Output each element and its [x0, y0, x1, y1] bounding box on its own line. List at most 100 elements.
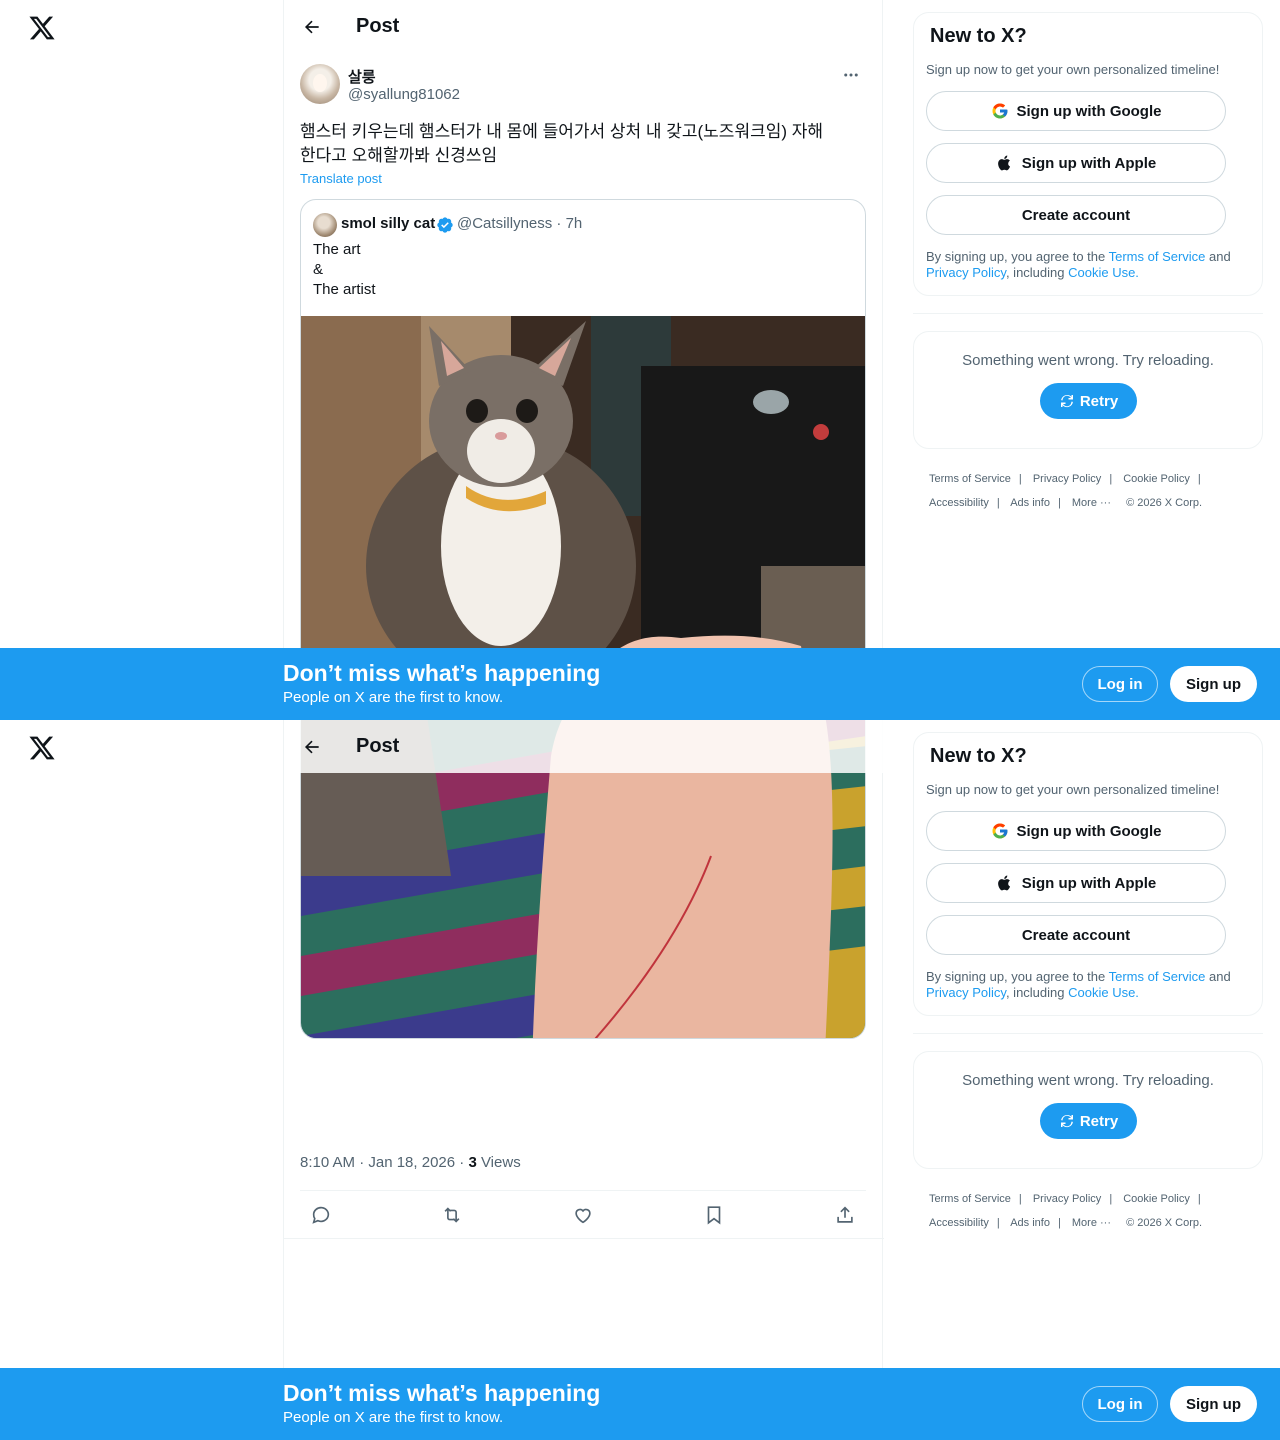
actions-divider — [300, 1190, 866, 1191]
sidebar: New to X? Sign up now to get your own pe… — [913, 732, 1263, 1235]
terms-link[interactable]: Terms of Service — [1109, 249, 1206, 264]
signup-card: New to X? Sign up now to get your own pe… — [913, 732, 1263, 1016]
login-button[interactable]: Log in — [1082, 1386, 1158, 1422]
timestamp-text[interactable]: 8:10 AM · Jan 18, 2026 · — [300, 1154, 468, 1171]
main-column: Post 살룽 @syallung81062 햄스터 키우는데 햄스터가 내 몸… — [283, 0, 883, 720]
apple-signup-button[interactable]: Sign up with Apple — [926, 143, 1226, 183]
author-display-name[interactable]: 살룽 — [348, 66, 376, 87]
post-text: 햄스터 키우는데 햄스터가 내 몸에 들어가서 상처 내 갖고(노즈워크임) 자… — [300, 120, 868, 168]
page-title: Post — [356, 735, 400, 757]
bookmark-icon[interactable] — [697, 1198, 731, 1232]
x-logo-icon[interactable] — [28, 14, 56, 42]
apple-signup-button[interactable]: Sign up with Apple — [926, 863, 1226, 903]
footer-more[interactable]: More ··· — [1072, 1217, 1111, 1229]
google-signup-label: Sign up with Google — [1016, 822, 1162, 840]
signup-button[interactable]: Sign up — [1170, 666, 1257, 702]
create-account-button[interactable]: Create account — [926, 915, 1226, 955]
signup-title: New to X? — [930, 25, 1027, 47]
x-logo-icon[interactable] — [28, 734, 56, 762]
create-account-button[interactable]: Create account — [926, 195, 1226, 235]
quoted-post[interactable]: smol silly cat @Catsillyness · 7h The ar… — [300, 199, 866, 720]
signup-button[interactable]: Sign up — [1170, 1386, 1257, 1422]
footer-cookie[interactable]: Cookie Policy — [1123, 1193, 1190, 1205]
google-signup-button[interactable]: Sign up with Google — [926, 91, 1226, 131]
quoted-text: The art & The artist — [313, 240, 376, 300]
main-column: 8:10 AM · Jan 18, 2026 · 3 Views Post — [283, 720, 884, 1440]
footer-ads[interactable]: Ads info — [1010, 497, 1050, 509]
banner-title: Don’t miss what’s happening — [283, 1380, 601, 1406]
footer-accessibility[interactable]: Accessibility — [929, 1217, 989, 1229]
google-icon — [991, 102, 1009, 120]
apple-icon — [996, 874, 1014, 892]
post-timestamp: 8:10 AM · Jan 18, 2026 · 3 Views — [300, 1154, 521, 1171]
banner-subtitle: People on X are the first to know. — [283, 1409, 504, 1426]
error-message: Something went wrong. Try reloading. — [962, 352, 1214, 369]
terms-link[interactable]: Terms of Service — [1109, 969, 1206, 984]
retry-label: Retry — [1079, 1112, 1119, 1130]
footer-more[interactable]: More ··· — [1072, 497, 1111, 509]
legal-text: By signing up, you agree to the Terms of… — [926, 969, 1246, 1001]
signup-subtitle: Sign up now to get your own personalized… — [926, 62, 1220, 77]
cookie-link[interactable]: Cookie Use. — [1068, 265, 1139, 280]
back-arrow-icon[interactable] — [294, 729, 330, 765]
signup-card: New to X? Sign up now to get your own pe… — [913, 12, 1263, 296]
create-account-label: Create account — [1021, 206, 1131, 224]
footer-privacy[interactable]: Privacy Policy — [1033, 473, 1101, 485]
translate-post-link[interactable]: Translate post — [300, 171, 382, 186]
apple-signup-label: Sign up with Apple — [1021, 874, 1157, 892]
author-handle[interactable]: @syallung81062 — [348, 86, 460, 103]
retry-button[interactable]: Retry — [1039, 1103, 1137, 1139]
more-options-icon[interactable] — [834, 64, 868, 86]
error-message: Something went wrong. Try reloading. — [962, 1072, 1214, 1089]
post-text-line: 한다고 오해할까봐 신경쓰임 — [300, 146, 498, 165]
google-icon — [991, 822, 1009, 840]
share-icon[interactable] — [828, 1198, 862, 1232]
footer-terms[interactable]: Terms of Service — [929, 473, 1011, 485]
quoted-text-line: The art — [313, 241, 361, 258]
banner-subtitle: People on X are the first to know. — [283, 689, 504, 706]
verified-badge-icon — [436, 216, 454, 234]
footer-terms[interactable]: Terms of Service — [929, 1193, 1011, 1205]
footer-cookie[interactable]: Cookie Policy — [1123, 473, 1190, 485]
back-arrow-icon[interactable] — [294, 9, 330, 45]
signup-banner: Don’t miss what’s happening People on X … — [0, 648, 1280, 720]
legal-including: , including — [1005, 985, 1069, 1000]
footer-accessibility[interactable]: Accessibility — [929, 497, 989, 509]
legal-prefix: By signing up, you agree to the — [926, 249, 1109, 264]
footer-copyright: © 2026 X Corp. — [1126, 1217, 1203, 1229]
avatar[interactable] — [300, 64, 340, 104]
reply-icon[interactable] — [304, 1198, 338, 1232]
quoted-display-name: smol silly cat — [341, 215, 436, 232]
cookie-link[interactable]: Cookie Use. — [1068, 985, 1139, 1000]
privacy-link[interactable]: Privacy Policy — [926, 265, 1006, 280]
retry-label: Retry — [1079, 392, 1119, 410]
legal-and: and — [1205, 969, 1231, 984]
post-actions — [300, 1192, 866, 1238]
like-icon[interactable] — [566, 1198, 600, 1232]
viewport-scrolled: 8:10 AM · Jan 18, 2026 · 3 Views Post Ne… — [0, 720, 1280, 1440]
legal-text: By signing up, you agree to the Terms of… — [926, 249, 1246, 281]
views-count: 3 — [468, 1154, 477, 1171]
trends-error-card: Something went wrong. Try reloading. Ret… — [913, 331, 1263, 449]
footer-ads[interactable]: Ads info — [1010, 1217, 1050, 1229]
post-header-sticky: Post — [284, 720, 884, 773]
retry-button[interactable]: Retry — [1039, 383, 1137, 419]
refresh-icon — [1060, 394, 1073, 408]
login-button[interactable]: Log in — [1082, 666, 1158, 702]
privacy-link[interactable]: Privacy Policy — [926, 985, 1006, 1000]
quoted-avatar — [313, 213, 337, 237]
footer-privacy[interactable]: Privacy Policy — [1033, 1193, 1101, 1205]
footer-links: Terms of Service | Privacy Policy | Cookie… — [929, 1193, 1203, 1229]
banner-title: Don’t miss what’s happening — [283, 660, 601, 686]
post-header: Post — [284, 0, 884, 53]
post-author: 살룽 @syallung81062 — [300, 64, 868, 108]
repost-icon[interactable] — [435, 1198, 469, 1232]
footer-copyright: © 2026 X Corp. — [1126, 497, 1203, 509]
quoted-text-line: The artist — [313, 281, 376, 298]
apple-signup-label: Sign up with Apple — [1021, 154, 1157, 172]
signup-banner: Don’t miss what’s happening People on X … — [0, 1368, 1280, 1440]
google-signup-label: Sign up with Google — [1016, 102, 1162, 120]
google-signup-button[interactable]: Sign up with Google — [926, 811, 1226, 851]
legal-prefix: By signing up, you agree to the — [926, 969, 1109, 984]
create-account-label: Create account — [1021, 926, 1131, 944]
